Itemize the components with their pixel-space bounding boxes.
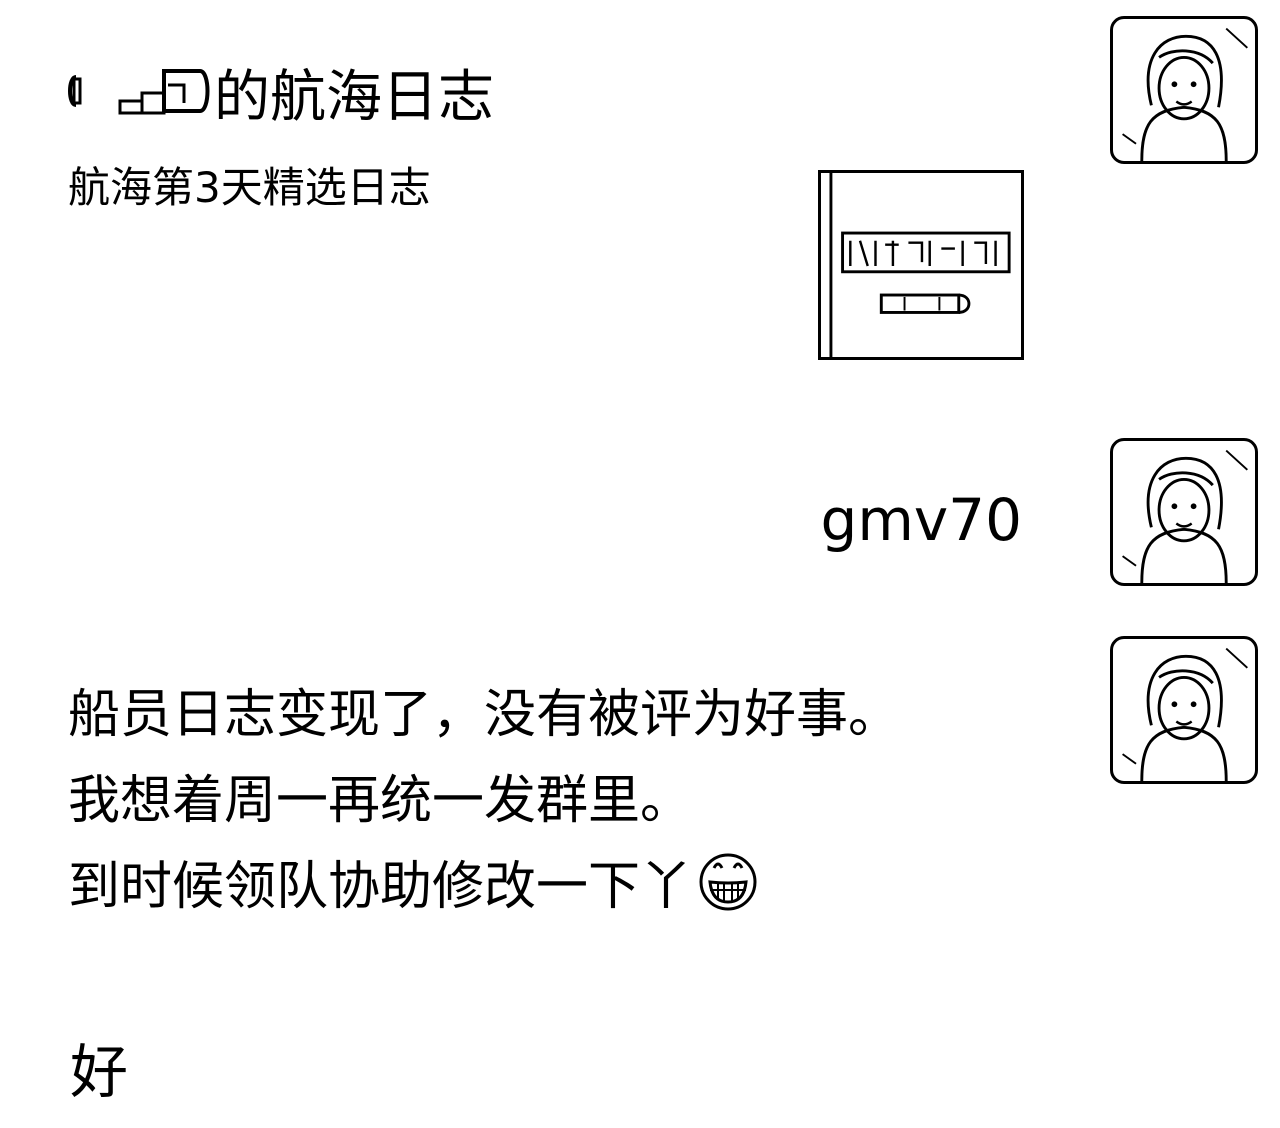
message-line: 我想着周一再统一发群里。 xyxy=(68,771,693,831)
message-line: 到时候领队协助修改一下丫 xyxy=(68,857,693,917)
card-thumbnail[interactable] xyxy=(818,170,1024,360)
message-text[interactable]: 船员日志变现了，没有被评为好事。 我想着周一再统一发群里。 到时候领队协助修改一… xyxy=(68,672,900,930)
avatar[interactable] xyxy=(1110,16,1258,164)
reply-text[interactable]: 好 xyxy=(70,1032,128,1112)
woman-portrait-icon xyxy=(1122,647,1248,781)
logbook-thumbnail-icon xyxy=(829,173,1011,357)
card-title[interactable]: 的航海日志 xyxy=(64,60,494,139)
message-line-with-emoji: 到时候领队协助修改一下丫 xyxy=(68,844,900,930)
woman-portrait-icon xyxy=(1122,27,1248,161)
sender-name: gmv70 xyxy=(820,486,1022,554)
garbled-name-icon xyxy=(68,68,210,115)
message-line: 船员日志变现了，没有被评为好事。 xyxy=(68,685,901,745)
grinning-face-icon xyxy=(696,848,760,912)
woman-portrait-icon xyxy=(1122,449,1248,583)
card-title-text: 的航海日志 xyxy=(214,65,494,130)
username-glyphs xyxy=(64,63,214,139)
avatar[interactable] xyxy=(1110,636,1258,784)
avatar[interactable] xyxy=(1110,438,1258,586)
card-subtitle: 航海第3天精选日志 xyxy=(68,163,431,212)
